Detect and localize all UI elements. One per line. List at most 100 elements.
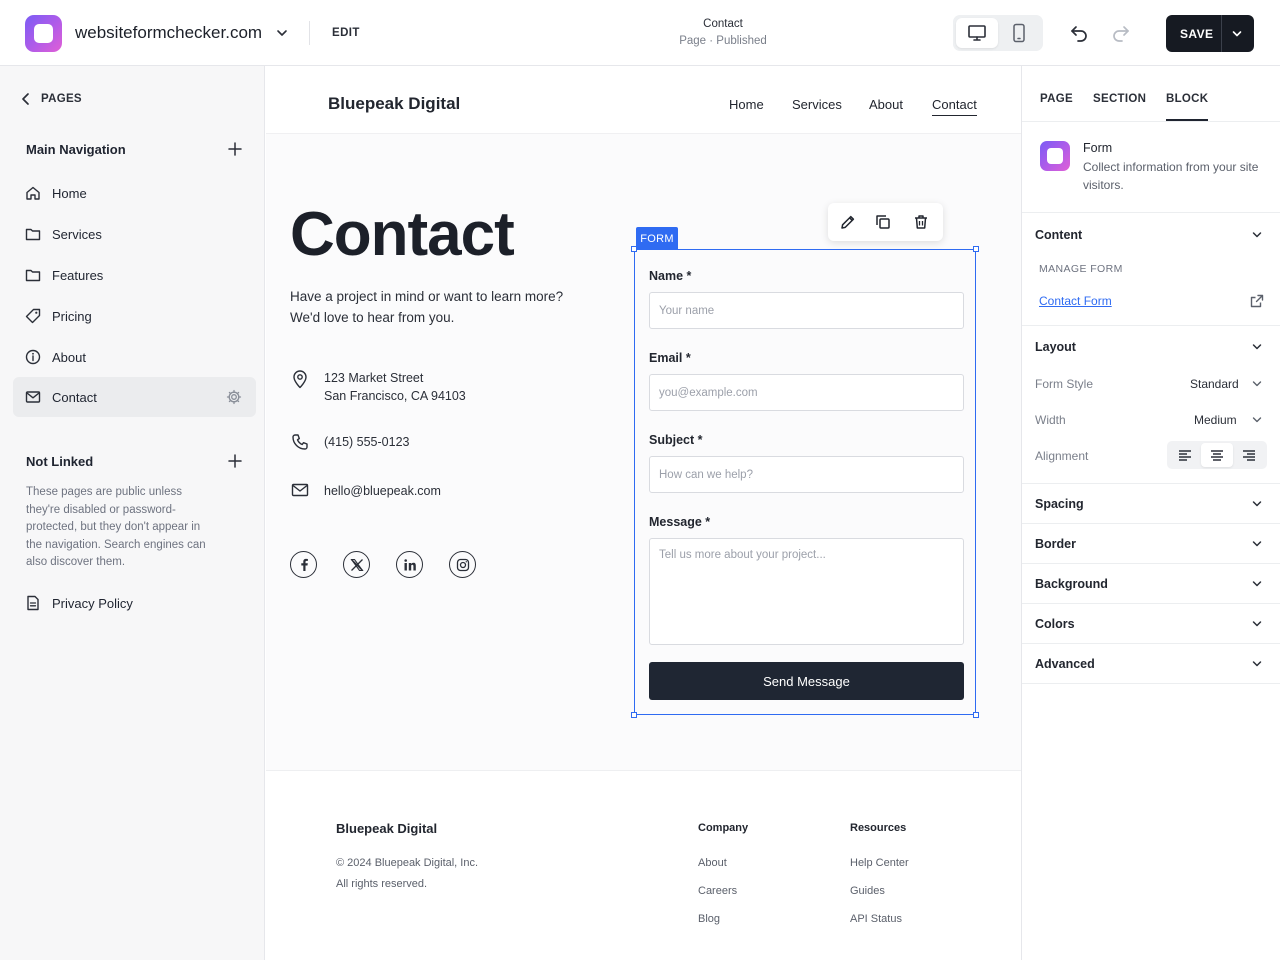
sidebar-item-privacy-policy[interactable]: Privacy Policy bbox=[13, 583, 256, 623]
name-field[interactable] bbox=[649, 292, 964, 329]
page-title: Contact bbox=[703, 18, 743, 30]
tab-page[interactable]: PAGE bbox=[1040, 93, 1073, 105]
folder-icon bbox=[25, 228, 41, 241]
chevron-down-icon[interactable] bbox=[1251, 229, 1263, 241]
alignment-label: Alignment bbox=[1035, 449, 1089, 463]
edit-pencil-icon[interactable] bbox=[839, 213, 857, 231]
divider bbox=[1022, 483, 1280, 484]
sidebar-item-pricing[interactable]: Pricing bbox=[13, 296, 256, 336]
sidebar-item-features[interactable]: Features bbox=[13, 255, 256, 295]
site-nav-about[interactable]: About bbox=[869, 97, 903, 112]
x-icon[interactable] bbox=[343, 551, 370, 578]
sidebar-item-contact[interactable]: Contact bbox=[13, 377, 256, 417]
footer-resources-heading: Resources bbox=[850, 822, 907, 834]
page-canvas: Bluepeak Digital Home Services About Con… bbox=[266, 66, 1021, 960]
width-label: Width bbox=[1035, 413, 1066, 427]
sidebar-item-label: Features bbox=[52, 268, 104, 283]
footer-link-about[interactable]: About bbox=[698, 857, 727, 869]
address-line-2: San Francisco, CA 94103 bbox=[324, 389, 466, 403]
footer-link-guides[interactable]: Guides bbox=[850, 885, 885, 897]
divider bbox=[1022, 643, 1280, 644]
contact-form-link[interactable]: Contact Form bbox=[1039, 294, 1112, 308]
duplicate-icon[interactable] bbox=[874, 213, 892, 231]
trash-icon[interactable] bbox=[912, 213, 930, 231]
page-settings-gear-icon[interactable] bbox=[226, 389, 242, 405]
chevron-down-icon[interactable] bbox=[1251, 618, 1263, 630]
desktop-view-button[interactable] bbox=[956, 18, 998, 48]
add-page-plus-icon[interactable] bbox=[227, 141, 243, 157]
site-header: Bluepeak Digital Home Services About Con… bbox=[266, 66, 1021, 134]
chevron-down-icon[interactable] bbox=[1251, 578, 1263, 590]
site-switcher-label[interactable]: websiteformchecker.com bbox=[75, 23, 262, 43]
save-options-chevron-icon[interactable] bbox=[1231, 28, 1243, 40]
chevron-down-icon[interactable] bbox=[1251, 341, 1263, 353]
pages-back-button[interactable]: PAGES bbox=[21, 92, 82, 106]
site-nav-contact[interactable]: Contact bbox=[932, 97, 977, 116]
resize-handle-top-right[interactable] bbox=[973, 246, 979, 252]
align-center-button[interactable] bbox=[1201, 443, 1233, 467]
sidebar-item-home[interactable]: Home bbox=[13, 173, 256, 213]
chevron-down-icon[interactable] bbox=[275, 26, 289, 40]
chevron-down-icon[interactable] bbox=[1251, 658, 1263, 670]
layout-section-header[interactable]: Layout bbox=[1035, 340, 1076, 354]
message-field-label: Message * bbox=[649, 515, 711, 529]
save-divider bbox=[1221, 15, 1222, 52]
address-line-1: 123 Market Street bbox=[324, 371, 424, 385]
resize-handle-bottom-left[interactable] bbox=[631, 712, 637, 718]
form-style-select[interactable]: Standard bbox=[1190, 377, 1239, 391]
site-nav-home[interactable]: Home bbox=[729, 97, 764, 112]
manage-form-heading: MANAGE FORM bbox=[1039, 263, 1123, 275]
spacing-section-header[interactable]: Spacing bbox=[1035, 497, 1084, 511]
send-message-button[interactable]: Send Message bbox=[649, 662, 964, 700]
border-section-header[interactable]: Border bbox=[1035, 537, 1076, 551]
app-logo[interactable] bbox=[25, 15, 62, 52]
block-description: Collect information from your site visit… bbox=[1083, 160, 1259, 192]
footer-link-careers[interactable]: Careers bbox=[698, 885, 737, 897]
main-navigation-heading: Main Navigation bbox=[26, 142, 126, 157]
folder-icon bbox=[25, 269, 41, 282]
chevron-down-icon[interactable] bbox=[1251, 414, 1263, 426]
width-select[interactable]: Medium bbox=[1194, 413, 1237, 427]
divider bbox=[1022, 325, 1280, 326]
save-button[interactable]: SAVE bbox=[1180, 27, 1213, 41]
colors-section-header[interactable]: Colors bbox=[1035, 617, 1075, 631]
facebook-icon[interactable] bbox=[290, 551, 317, 578]
footer-rights: All rights reserved. bbox=[336, 878, 428, 890]
chevron-down-icon[interactable] bbox=[1251, 498, 1263, 510]
mail-icon bbox=[291, 483, 309, 497]
edit-mode-label[interactable]: EDIT bbox=[332, 27, 360, 39]
undo-icon[interactable] bbox=[1068, 22, 1090, 44]
content-section-header[interactable]: Content bbox=[1035, 228, 1082, 242]
footer-link-help-center[interactable]: Help Center bbox=[850, 857, 909, 869]
footer-link-api-status[interactable]: API Status bbox=[850, 913, 902, 925]
align-left-button[interactable] bbox=[1169, 443, 1201, 467]
sidebar-item-about[interactable]: About bbox=[13, 337, 256, 377]
chevron-down-icon[interactable] bbox=[1251, 378, 1263, 390]
site-brand[interactable]: Bluepeak Digital bbox=[328, 94, 460, 114]
email-address[interactable]: hello@bluepeak.com bbox=[324, 482, 441, 500]
align-right-button[interactable] bbox=[1233, 443, 1265, 467]
footer-link-blog[interactable]: Blog bbox=[698, 913, 720, 925]
instagram-icon[interactable] bbox=[449, 551, 476, 578]
pages-sidebar: PAGES Main Navigation Home Services Feat… bbox=[0, 66, 265, 960]
message-field[interactable] bbox=[649, 538, 964, 645]
chevron-left-icon bbox=[22, 93, 29, 105]
site-nav-services[interactable]: Services bbox=[792, 97, 842, 112]
sidebar-item-services[interactable]: Services bbox=[13, 214, 256, 254]
subject-field[interactable] bbox=[649, 456, 964, 493]
mobile-view-button[interactable] bbox=[998, 18, 1040, 48]
redo-icon[interactable] bbox=[1110, 22, 1132, 44]
chevron-down-icon[interactable] bbox=[1251, 538, 1263, 550]
linkedin-icon[interactable] bbox=[396, 551, 423, 578]
tab-block[interactable]: BLOCK bbox=[1166, 93, 1209, 121]
phone-number[interactable]: (415) 555-0123 bbox=[324, 433, 409, 451]
tab-section[interactable]: SECTION bbox=[1093, 93, 1146, 105]
advanced-section-header[interactable]: Advanced bbox=[1035, 657, 1095, 671]
resize-handle-bottom-right[interactable] bbox=[973, 712, 979, 718]
email-field[interactable] bbox=[649, 374, 964, 411]
form-block[interactable]: Name * Email * Subject * Message * Send … bbox=[631, 246, 979, 718]
add-unlinked-page-plus-icon[interactable] bbox=[227, 453, 243, 469]
external-link-icon[interactable] bbox=[1250, 294, 1264, 308]
resize-handle-top-left[interactable] bbox=[631, 246, 637, 252]
background-section-header[interactable]: Background bbox=[1035, 577, 1108, 591]
